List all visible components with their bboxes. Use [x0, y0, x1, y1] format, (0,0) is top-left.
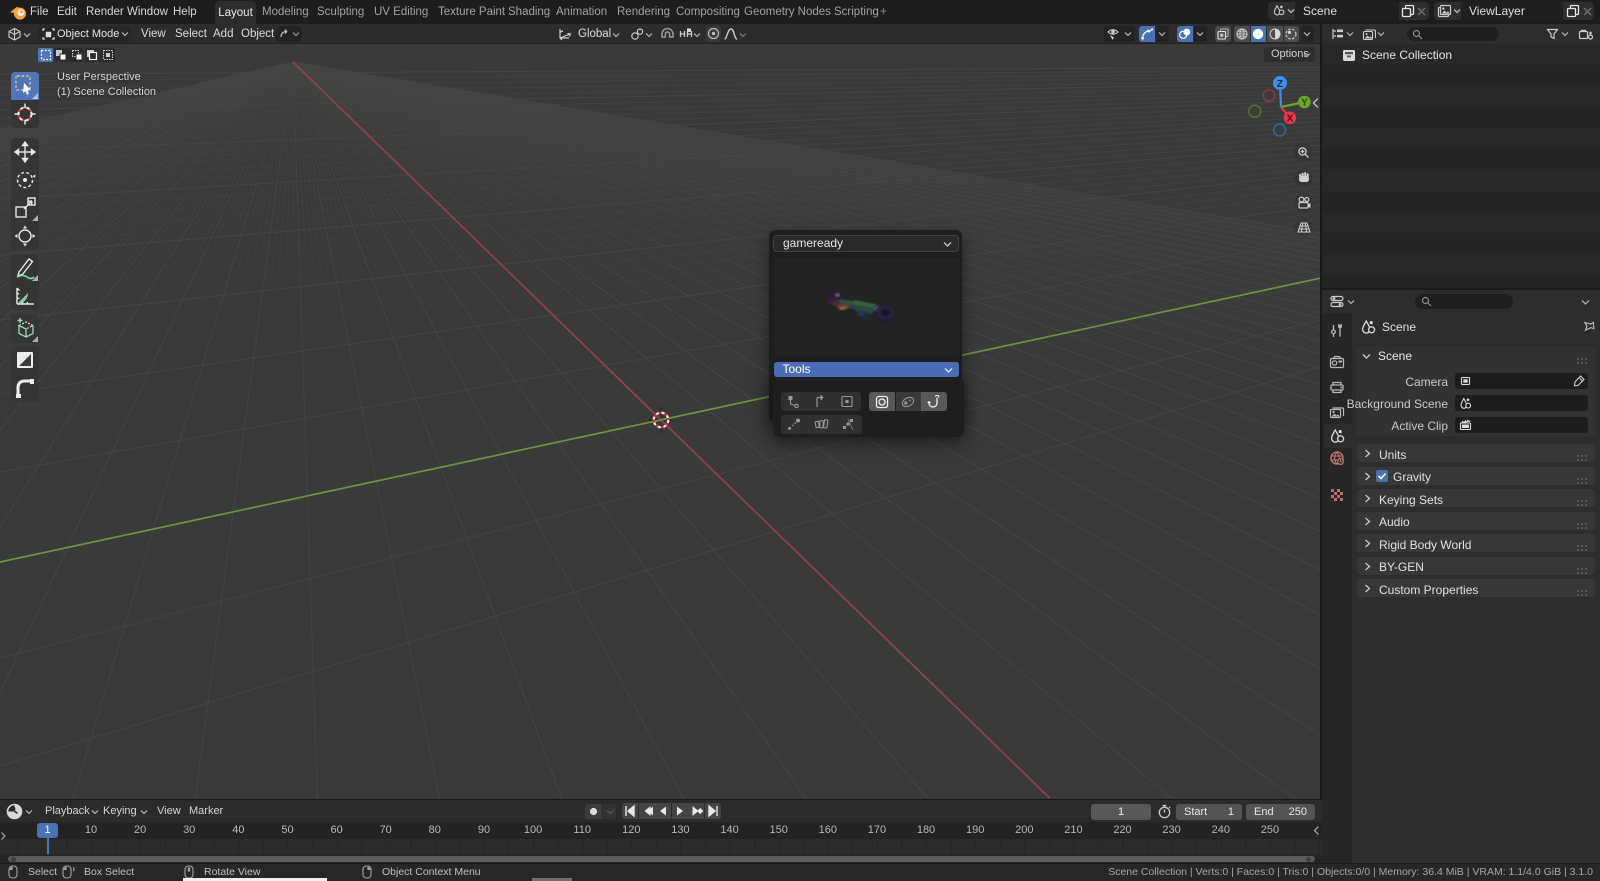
svg-text:Z: Z: [1277, 78, 1284, 90]
svg-text:Y: Y: [1301, 98, 1308, 109]
svg-text:X: X: [1287, 113, 1294, 124]
